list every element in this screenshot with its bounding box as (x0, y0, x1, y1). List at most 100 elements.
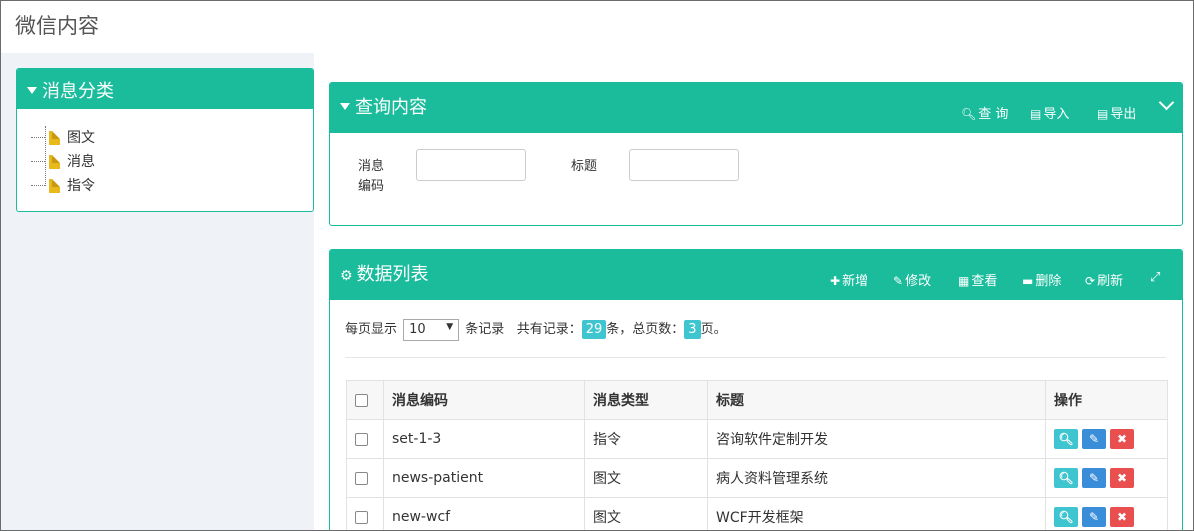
filter-icon (340, 102, 350, 110)
cell-actions: 🔍︎ ✎ ✖ (1045, 419, 1168, 459)
filter-icon (27, 86, 37, 94)
top-bar: 微信内容 (1, 1, 1193, 53)
cell-actions: 🔍︎ ✎ ✖ (1045, 497, 1168, 530)
title-label: 标题 (571, 159, 598, 174)
column-header[interactable]: 标题 (707, 380, 1046, 420)
file-icon (49, 155, 60, 169)
right-column: 查询内容 🔍︎ 查 询 ▤ 导入 ▤ 导出 消息 编码 标题 ⚙ 数据列表 ✚ … (314, 53, 1193, 530)
refresh-button-label: 刷新 (1097, 274, 1124, 289)
cell-type: 指令 (584, 419, 708, 459)
tree-item-label: 消息 (67, 154, 95, 170)
total-records-badge: 29 (581, 320, 607, 339)
table-icon: ▦ (958, 274, 970, 288)
cell-actions: 🔍︎ ✎ ✖ (1045, 458, 1168, 498)
row-view-button[interactable]: 🔍︎ (1054, 429, 1078, 449)
page-title: 微信内容 (15, 14, 99, 38)
row-view-button[interactable]: 🔍︎ (1054, 468, 1078, 488)
tree-branch (31, 161, 45, 162)
total-mid: 条，总页数： (606, 322, 685, 337)
pencil-icon: ✎ (893, 274, 904, 288)
row-checkbox[interactable] (355, 510, 368, 524)
per-page-suffix: 条记录 (465, 322, 505, 337)
query-panel-title: 查询内容 (355, 97, 427, 118)
tree-item-news[interactable]: 图文 (31, 126, 95, 150)
import-button[interactable]: ▤ 导入 (1030, 103, 1069, 122)
row-edit-button[interactable]: ✎ (1082, 429, 1106, 449)
cell-title: 病人资料管理系统 (707, 458, 1046, 498)
cell-type: 图文 (584, 497, 708, 530)
category-panel-header: 消息分类 (17, 69, 313, 109)
row-checkbox[interactable] (355, 432, 368, 446)
row-delete-button[interactable]: ✖ (1110, 507, 1134, 527)
tree-item-label: 图文 (67, 130, 95, 146)
left-column: 消息分类 图文 消息 指令 (1, 53, 314, 530)
row-delete-button[interactable]: ✖ (1110, 429, 1134, 449)
category-tree: 图文 消息 指令 (31, 126, 95, 198)
cell-code: set-1-3 (383, 419, 585, 459)
code-label-line1: 消息 (358, 159, 385, 174)
query-panel-title-wrap: 查询内容 (340, 93, 427, 119)
table-row[interactable]: set-1-3 指令 咨询软件定制开发 🔍︎ ✎ ✖ (346, 419, 1168, 459)
search-icon: 🔍︎ (961, 107, 977, 121)
tree-item-command[interactable]: 指令 (31, 174, 95, 198)
edit-button[interactable]: ✎ 修改 (893, 270, 931, 289)
column-header[interactable]: 消息类型 (584, 380, 708, 420)
data-panel-title-wrap: ⚙ 数据列表 (340, 260, 429, 286)
category-panel-title-wrap: 消息分类 (27, 77, 114, 103)
row-view-button[interactable]: 🔍︎ (1054, 507, 1078, 527)
column-header[interactable]: 消息编码 (383, 380, 585, 420)
cell-code: new-wcf (383, 497, 585, 530)
import-button-label: 导入 (1043, 107, 1070, 122)
table-header-row: 消息编码 消息类型 标题 操作 (346, 380, 1168, 420)
page-size-value: 10 (409, 321, 426, 337)
cell-title: 咨询软件定制开发 (707, 419, 1046, 459)
row-select-cell (346, 419, 384, 459)
query-panel-header: 查询内容 🔍︎ 查 询 ▤ 导入 ▤ 导出 (330, 83, 1182, 133)
select-all-cell (346, 380, 384, 420)
total-pages-badge: 3 (684, 320, 701, 339)
tree-item-message[interactable]: 消息 (31, 150, 95, 174)
code-input[interactable] (416, 149, 526, 181)
query-button[interactable]: 🔍︎ 查 询 (961, 103, 1008, 122)
minus-icon: ▬ (1022, 274, 1034, 288)
table-row[interactable]: new-wcf 图文 WCF开发框架 🔍︎ ✎ ✖ (346, 497, 1168, 530)
select-all-checkbox[interactable] (355, 393, 368, 407)
tree-branch (31, 185, 45, 186)
category-panel-title: 消息分类 (42, 81, 114, 102)
fullscreen-icon[interactable]: ⤢ (1150, 270, 1160, 285)
table-row[interactable]: news-patient 图文 病人资料管理系统 🔍︎ ✎ ✖ (346, 458, 1168, 498)
gears-icon: ⚙ (340, 268, 353, 284)
data-panel-header: ⚙ 数据列表 ✚ 新增 ✎ 修改 ▦ 查看 ▬ 删除 ⟳ 刷新 ⤢ (330, 250, 1182, 300)
per-page-prefix: 每页显示 (345, 322, 398, 337)
row-checkbox[interactable] (355, 471, 368, 485)
view-button-label: 查看 (971, 274, 998, 289)
plus-icon: ✚ (830, 274, 841, 288)
refresh-button[interactable]: ⟳ 刷新 (1085, 270, 1123, 289)
cell-title: WCF开发框架 (707, 497, 1046, 530)
file-icon (49, 179, 60, 193)
export-icon: ▤ (1097, 107, 1109, 121)
tree-item-label: 指令 (67, 178, 95, 194)
row-edit-button[interactable]: ✎ (1082, 507, 1106, 527)
row-delete-button[interactable]: ✖ (1110, 468, 1134, 488)
title-input[interactable] (629, 149, 739, 181)
column-header: 操作 (1045, 380, 1168, 420)
code-label-line2: 编码 (358, 179, 385, 194)
import-icon: ▤ (1030, 107, 1042, 121)
cell-code: news-patient (383, 458, 585, 498)
add-button[interactable]: ✚ 新增 (830, 270, 868, 289)
export-button[interactable]: ▤ 导出 (1097, 103, 1136, 122)
app-window: 微信内容 消息分类 图文 消息 指令 查询内容 🔍︎ 查 询 ▤ 导入 ▤ 导出… (0, 0, 1194, 531)
chevron-down-icon[interactable] (1158, 94, 1175, 111)
delete-button[interactable]: ▬ 删除 (1022, 270, 1061, 289)
content-area: 消息分类 图文 消息 指令 查询内容 🔍︎ 查 询 ▤ 导入 ▤ 导出 消息 编… (1, 53, 1193, 530)
query-button-label: 查 询 (978, 107, 1009, 122)
edit-button-label: 修改 (905, 274, 932, 289)
data-panel: ⚙ 数据列表 ✚ 新增 ✎ 修改 ▦ 查看 ▬ 删除 ⟳ 刷新 ⤢ 每页显示 10 ▼ 条记录… (329, 249, 1183, 530)
page-size-select[interactable]: 10 ▼ (403, 318, 460, 341)
row-edit-button[interactable]: ✎ (1082, 468, 1106, 488)
row-select-cell (346, 458, 384, 498)
view-button[interactable]: ▦ 查看 (958, 270, 997, 289)
pager-info: 每页显示 10 ▼ 条记录 共有记录： 29 条，总页数： 3 页。 (345, 318, 727, 341)
code-label: 消息 编码 (358, 157, 384, 197)
